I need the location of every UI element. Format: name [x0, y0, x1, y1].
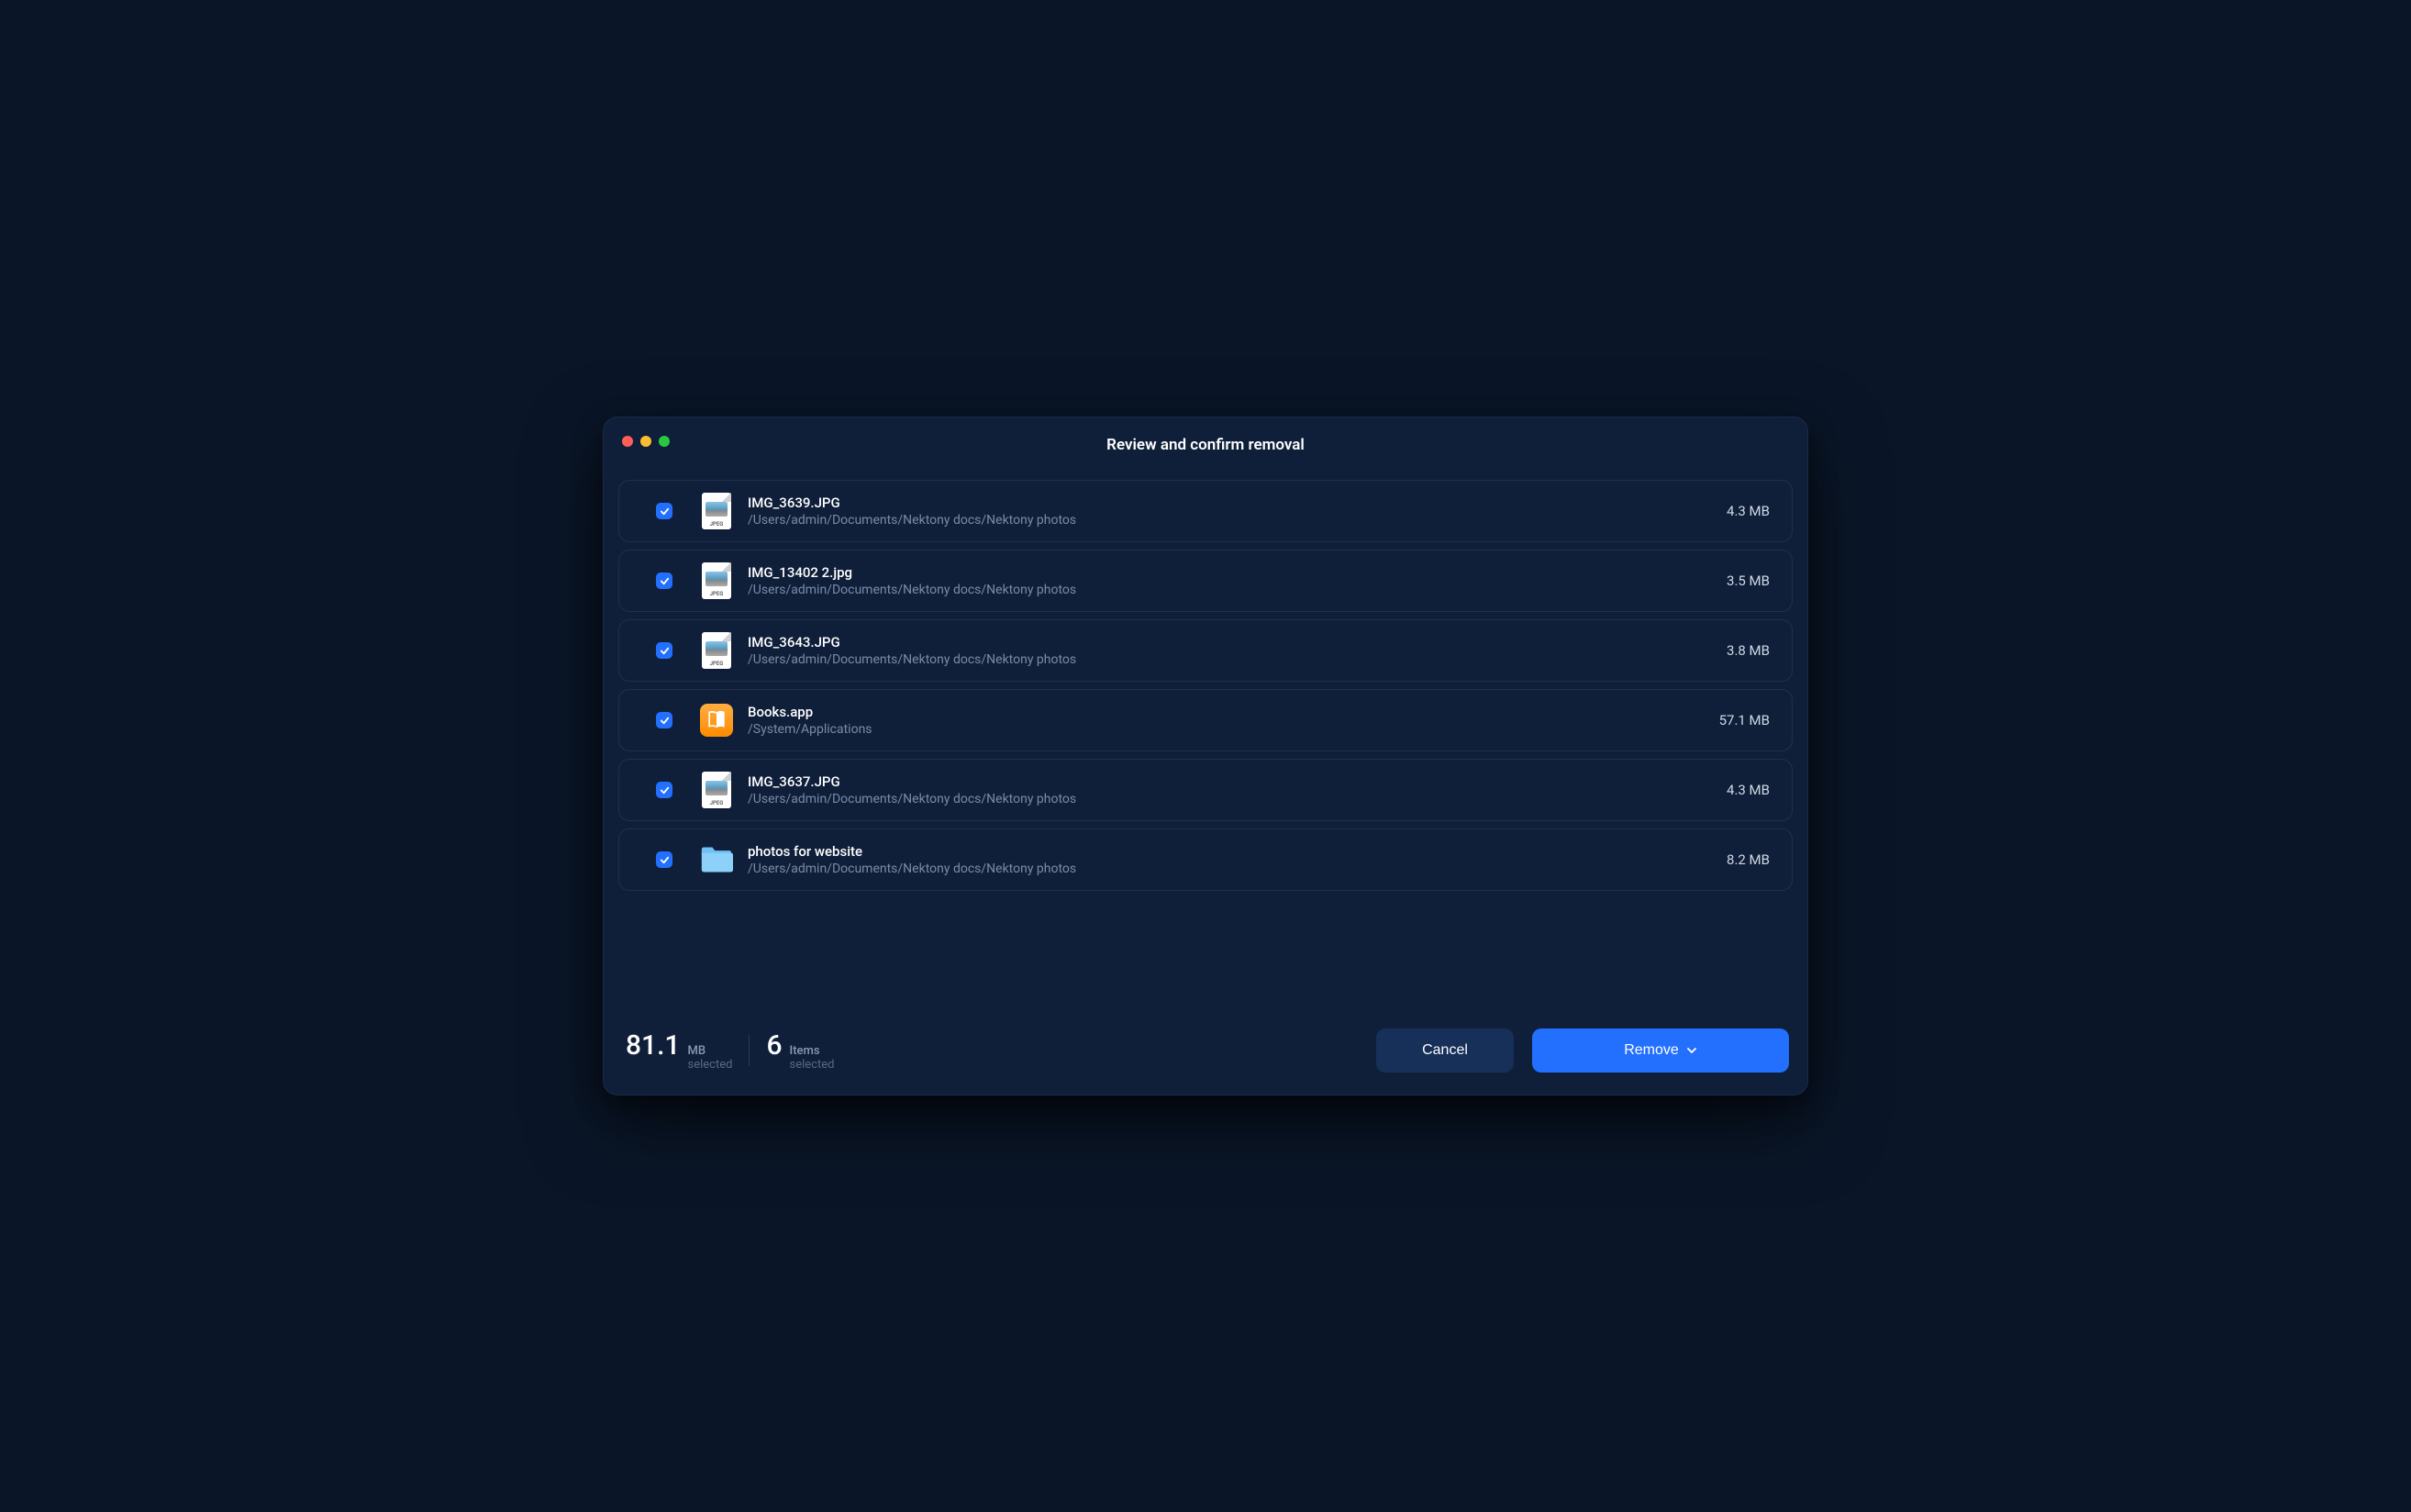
items-unit: Items — [790, 1045, 835, 1058]
confirmation-dialog: Review and confirm removal IMG_3639.JPG/… — [603, 417, 1808, 1095]
file-size: 3.8 MB — [1727, 642, 1770, 659]
file-size: 57.1 MB — [1719, 712, 1770, 728]
folder-icon — [700, 845, 733, 874]
file-checkbox[interactable] — [656, 503, 672, 519]
jpeg-file-icon — [702, 493, 731, 529]
file-size: 8.2 MB — [1727, 851, 1770, 868]
file-path: /Users/admin/Documents/Nektony docs/Nekt… — [748, 513, 1712, 528]
file-info: IMG_3639.JPG/Users/admin/Documents/Nekto… — [748, 495, 1712, 528]
close-button[interactable] — [622, 436, 633, 447]
titlebar: Review and confirm removal — [604, 417, 1807, 472]
file-size: 4.3 MB — [1727, 782, 1770, 798]
minimize-button[interactable] — [640, 436, 651, 447]
file-name: IMG_13402 2.jpg — [748, 564, 1712, 581]
file-icon — [700, 631, 733, 670]
footer: 81.1 MB selected 6 Items selected Cancel… — [604, 1010, 1807, 1095]
file-icon — [700, 492, 733, 530]
items-stat: 6 Items selected — [766, 1029, 834, 1072]
file-row[interactable]: Books.app/System/Applications 57.1 MB — [618, 689, 1793, 751]
dialog-title: Review and confirm removal — [1106, 436, 1305, 454]
file-name: IMG_3637.JPG — [748, 773, 1712, 790]
file-checkbox[interactable] — [656, 851, 672, 868]
file-info: Books.app/System/Applications — [748, 704, 1705, 737]
file-path: /Users/admin/Documents/Nektony docs/Nekt… — [748, 792, 1712, 806]
stats-divider — [749, 1035, 750, 1066]
file-name: Books.app — [748, 704, 1705, 720]
file-icon — [700, 840, 733, 879]
file-checkbox[interactable] — [656, 712, 672, 728]
file-row[interactable]: IMG_13402 2.jpg/Users/admin/Documents/Ne… — [618, 550, 1793, 612]
file-list: IMG_3639.JPG/Users/admin/Documents/Nekto… — [604, 472, 1807, 891]
remove-button-label: Remove — [1624, 1042, 1679, 1059]
file-info: IMG_3637.JPG/Users/admin/Documents/Nekto… — [748, 773, 1712, 806]
file-info: photos for website/Users/admin/Documents… — [748, 843, 1712, 876]
file-checkbox[interactable] — [656, 573, 672, 589]
items-sublabel: selected — [790, 1059, 835, 1072]
total-size-stat: 81.1 MB selected — [626, 1029, 732, 1072]
file-row[interactable]: IMG_3643.JPG/Users/admin/Documents/Nekto… — [618, 619, 1793, 682]
remove-button[interactable]: Remove — [1532, 1028, 1789, 1073]
file-row[interactable]: IMG_3637.JPG/Users/admin/Documents/Nekto… — [618, 759, 1793, 821]
file-path: /Users/admin/Documents/Nektony docs/Nekt… — [748, 583, 1712, 597]
cancel-button[interactable]: Cancel — [1376, 1028, 1514, 1073]
file-path: /Users/admin/Documents/Nektony docs/Nekt… — [748, 652, 1712, 667]
window-controls — [622, 436, 670, 447]
jpeg-file-icon — [702, 772, 731, 808]
file-name: IMG_3643.JPG — [748, 634, 1712, 650]
jpeg-file-icon — [702, 632, 731, 669]
file-name: IMG_3639.JPG — [748, 495, 1712, 511]
file-path: /Users/admin/Documents/Nektony docs/Nekt… — [748, 862, 1712, 876]
file-icon — [700, 771, 733, 809]
file-size: 3.5 MB — [1727, 573, 1770, 589]
file-size: 4.3 MB — [1727, 503, 1770, 519]
file-info: IMG_3643.JPG/Users/admin/Documents/Nekto… — [748, 634, 1712, 667]
selection-stats: 81.1 MB selected 6 Items selected — [626, 1029, 834, 1072]
file-path: /System/Applications — [748, 722, 1705, 737]
file-checkbox[interactable] — [656, 782, 672, 798]
file-row[interactable]: IMG_3639.JPG/Users/admin/Documents/Nekto… — [618, 480, 1793, 542]
total-size-unit: MB — [688, 1045, 733, 1058]
total-size-value: 81.1 — [626, 1029, 681, 1062]
file-info: IMG_13402 2.jpg/Users/admin/Documents/Ne… — [748, 564, 1712, 597]
file-row[interactable]: photos for website/Users/admin/Documents… — [618, 828, 1793, 891]
file-icon — [700, 701, 733, 739]
jpeg-file-icon — [702, 562, 731, 599]
file-checkbox[interactable] — [656, 642, 672, 659]
file-icon — [700, 561, 733, 600]
chevron-down-icon — [1686, 1045, 1697, 1056]
total-size-sublabel: selected — [688, 1059, 733, 1072]
books-app-icon — [700, 704, 733, 737]
maximize-button[interactable] — [659, 436, 670, 447]
file-name: photos for website — [748, 843, 1712, 860]
items-value: 6 — [766, 1029, 782, 1062]
